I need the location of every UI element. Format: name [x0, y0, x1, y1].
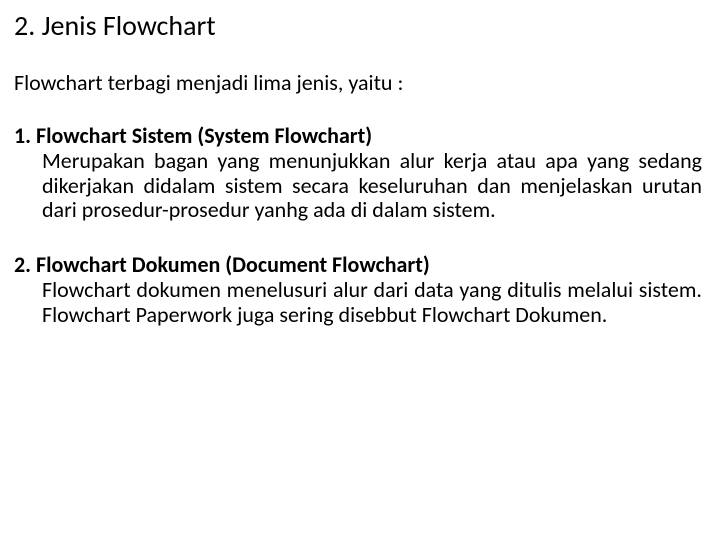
section-2-body: Flowchart dokumen menelusuri alur dari d… — [14, 278, 702, 327]
document-page: 2. Jenis Flowchart Flowchart terbagi men… — [0, 0, 720, 327]
intro-text: Flowchart terbagi menjadi lima jenis, ya… — [14, 69, 702, 96]
section-1-body: Merupakan bagan yang menunjukkan alur ke… — [14, 149, 702, 223]
section-1: 1. Flowchart Sistem (System Flowchart) M… — [14, 122, 702, 223]
section-2: 2. Flowchart Dokumen (Document Flowchart… — [14, 251, 702, 327]
page-title: 2. Jenis Flowchart — [14, 8, 702, 43]
section-2-heading: 2. Flowchart Dokumen (Document Flowchart… — [14, 251, 702, 278]
section-1-heading: 1. Flowchart Sistem (System Flowchart) — [14, 122, 702, 149]
